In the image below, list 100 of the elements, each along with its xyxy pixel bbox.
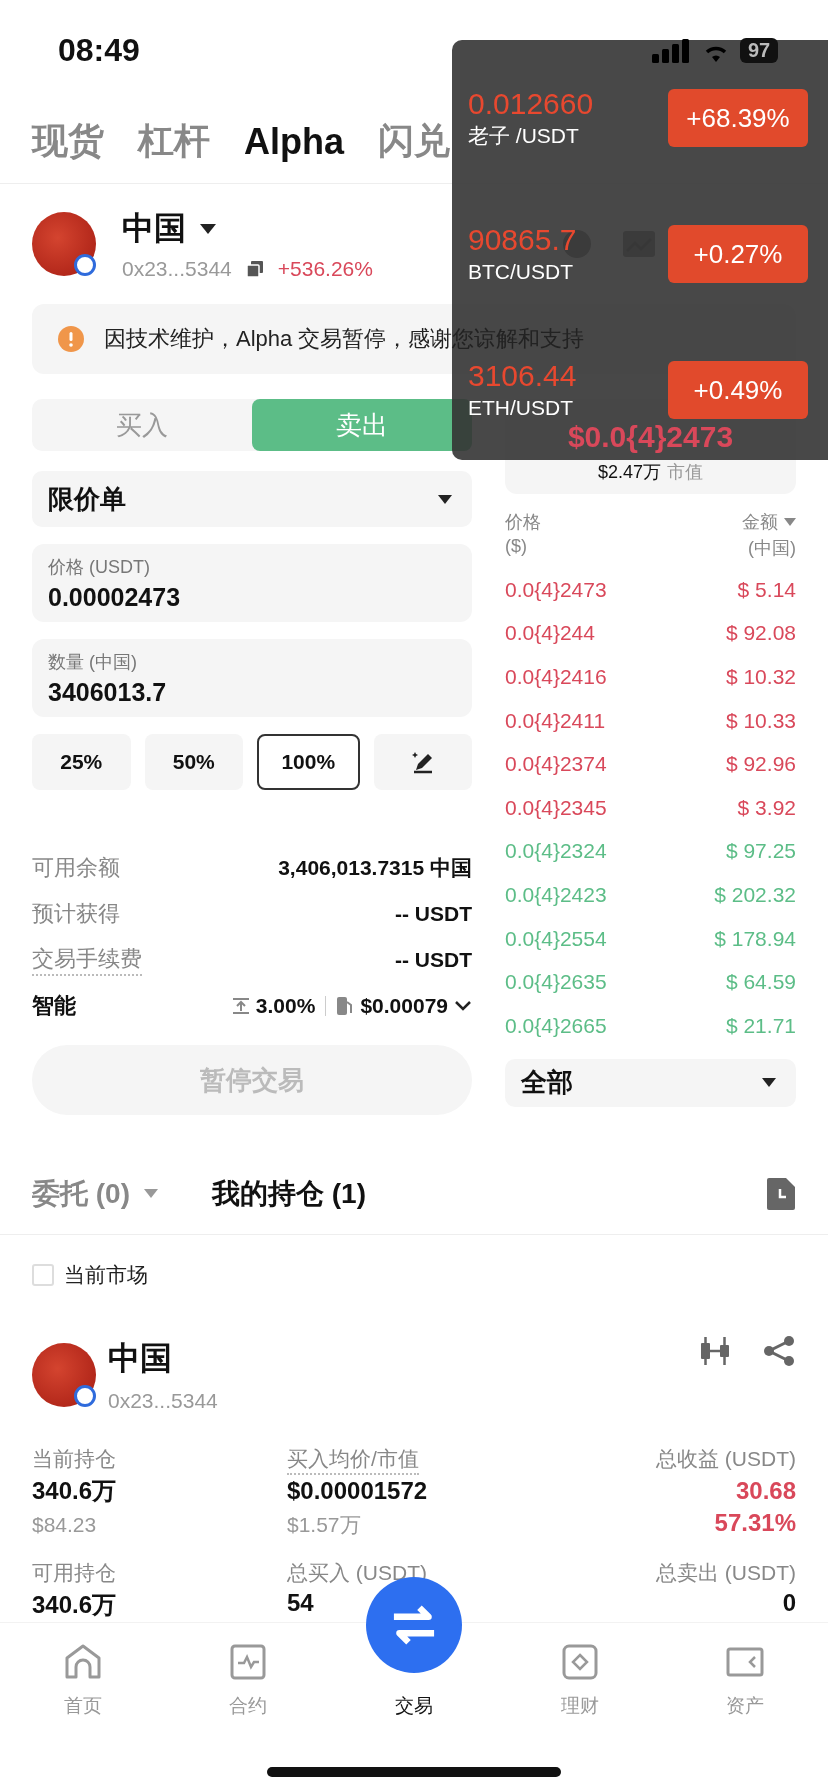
stat-label: 买入均价/市值 <box>287 1445 419 1475</box>
chevron-down-icon[interactable] <box>454 1000 472 1012</box>
gas-fee-value: $0.00079 <box>360 994 448 1018</box>
position-address: 0x23...5344 <box>108 1389 218 1413</box>
slippage-icon <box>231 997 250 1015</box>
depth-filter-dropdown[interactable]: 全部 <box>505 1058 796 1107</box>
order-amount: $ 10.32 <box>725 665 796 689</box>
stat-value: 54 <box>287 1589 315 1617</box>
signal-icon <box>652 38 692 63</box>
market-tab[interactable]: Alpha <box>244 120 344 163</box>
order-amount: $ 10.33 <box>725 708 796 733</box>
nav-item[interactable]: 首页 <box>0 1623 166 1743</box>
stat-value: 340.6万 <box>32 1590 118 1620</box>
order-amount: $ 92.96 <box>725 752 796 777</box>
battery-level: 97 <box>740 38 779 63</box>
fuel-icon <box>336 996 355 1016</box>
order-amount: $ 202.32 <box>714 882 796 907</box>
order-price: 0.0{4}2665 <box>505 1013 607 1038</box>
order-amount: $ 5.14 <box>737 577 796 602</box>
nav-item[interactable]: 合约 <box>165 1623 332 1743</box>
copy-icon[interactable] <box>245 260 264 278</box>
stat-label: 可用持仓 <box>32 1560 116 1586</box>
summary-label: 预计获得 <box>32 900 120 928</box>
order-price: 0.0{4}2345 <box>505 795 607 820</box>
orders-tab[interactable]: 委托 (0) <box>32 1174 130 1213</box>
amount-unit: (中国) <box>748 537 796 560</box>
stat-value: $1.57万 <box>287 1512 362 1538</box>
share-icon[interactable] <box>762 1335 796 1367</box>
order-amount: $ 97.25 <box>725 839 796 864</box>
stat-value: 340.6万 <box>32 1476 118 1506</box>
ticker-price: 0.012660 <box>468 88 594 120</box>
orders-tab[interactable]: 我的持仓 (1) <box>212 1174 366 1213</box>
summary-value: -- USDT <box>395 948 472 972</box>
price-field[interactable]: 价格 (USDT) 0.00002473 <box>32 544 472 622</box>
stat-value: 30.68 <box>735 1477 796 1505</box>
status-time: 08:49 <box>58 31 140 69</box>
stat-label: 总卖出 (USDT) <box>656 1560 796 1586</box>
ticker-change: +68.39% <box>668 89 808 147</box>
order-price: 0.0{4}2411 <box>505 708 606 733</box>
position-token-name: 中国 <box>108 1339 173 1378</box>
summary-label: 交易手续费 <box>32 944 142 976</box>
caret-icon <box>762 1078 776 1088</box>
last-price: $0.0{4}2473 <box>567 420 734 454</box>
side-tab[interactable]: 买入 <box>32 399 252 451</box>
market-cap-value: $2.47万 <box>597 461 661 484</box>
quantity-field[interactable]: 数量 (中国) 3406013.7 <box>32 639 472 717</box>
order-price: 0.0{4}2423 <box>505 882 607 907</box>
order-price: 0.0{4}2473 <box>505 577 607 602</box>
ticker-price: 90865.7 <box>468 224 577 256</box>
stat-value: 57.31% <box>714 1509 796 1537</box>
market-cap-label: 市值 <box>667 461 703 484</box>
order-amount: $ 92.08 <box>725 621 796 646</box>
token-name[interactable]: 中国 <box>122 207 186 251</box>
nav-item[interactable]: 资产 <box>662 1623 828 1743</box>
caret-icon <box>438 494 452 504</box>
market-tab[interactable]: 现货 <box>32 117 104 166</box>
percent-button[interactable]: 50% <box>144 734 243 790</box>
order-price: 0.0{4}244 <box>505 621 595 646</box>
current-market-label: 当前市场 <box>64 1262 148 1288</box>
nav-item[interactable]: 交易 <box>331 1693 497 1743</box>
order-price: 0.0{4}2324 <box>505 839 607 864</box>
order-price: 0.0{4}2416 <box>505 665 607 689</box>
stat-label: 当前持仓 <box>32 1446 116 1472</box>
order-type-dropdown[interactable]: 限价单 <box>32 471 472 527</box>
ticker-pair: BTC/USDT <box>468 260 574 284</box>
slippage-value: 3.00% <box>255 994 316 1018</box>
percent-button[interactable]: 100% <box>257 734 360 790</box>
percent-button[interactable]: 25% <box>32 734 131 790</box>
market-tab[interactable]: 杠杆 <box>138 117 210 166</box>
token-address: 0x23...5344 <box>122 257 232 281</box>
order-amount: $ 64.59 <box>725 970 796 995</box>
summary-label: 可用余额 <box>32 854 120 882</box>
stat-label: 总收益 (USDT) <box>656 1446 796 1472</box>
history-icon[interactable] <box>766 1176 796 1211</box>
stat-value: $0.00001572 <box>287 1477 429 1505</box>
ticker-price: 3106.44 <box>468 360 577 392</box>
summary-value: 3,406,013.7315 中国 <box>278 855 472 881</box>
ticker-change: +0.27% <box>668 225 808 283</box>
order-price: 0.0{4}2374 <box>505 752 607 777</box>
edit-button[interactable] <box>373 734 472 790</box>
order-price: 0.0{4}2635 <box>505 970 607 995</box>
current-market-checkbox[interactable] <box>32 1264 54 1286</box>
market-tab[interactable]: 闪兑 <box>378 117 450 166</box>
order-price: 0.0{4}2554 <box>505 926 607 951</box>
mode-label: 智能 <box>32 992 76 1020</box>
order-amount: $ 178.94 <box>714 926 796 951</box>
ticker-change: +0.49% <box>668 361 808 419</box>
caret-icon[interactable] <box>200 224 216 234</box>
order-amount: $ 3.92 <box>737 795 796 820</box>
chart-icon <box>228 1643 269 1681</box>
candlestick-icon[interactable] <box>698 1335 732 1367</box>
warning-icon <box>58 326 84 352</box>
nav-item[interactable]: 理财 <box>496 1623 663 1743</box>
summary-value: -- USDT <box>395 902 472 926</box>
price-change: +536.26% <box>277 257 373 281</box>
amount-header[interactable]: 金额 <box>742 510 778 534</box>
stat-value: 0 <box>782 1589 796 1617</box>
stat-value: $84.23 <box>32 1513 98 1537</box>
ticker-pair: 老子 /USDT <box>468 124 580 148</box>
price-unit: ($) <box>505 536 528 557</box>
